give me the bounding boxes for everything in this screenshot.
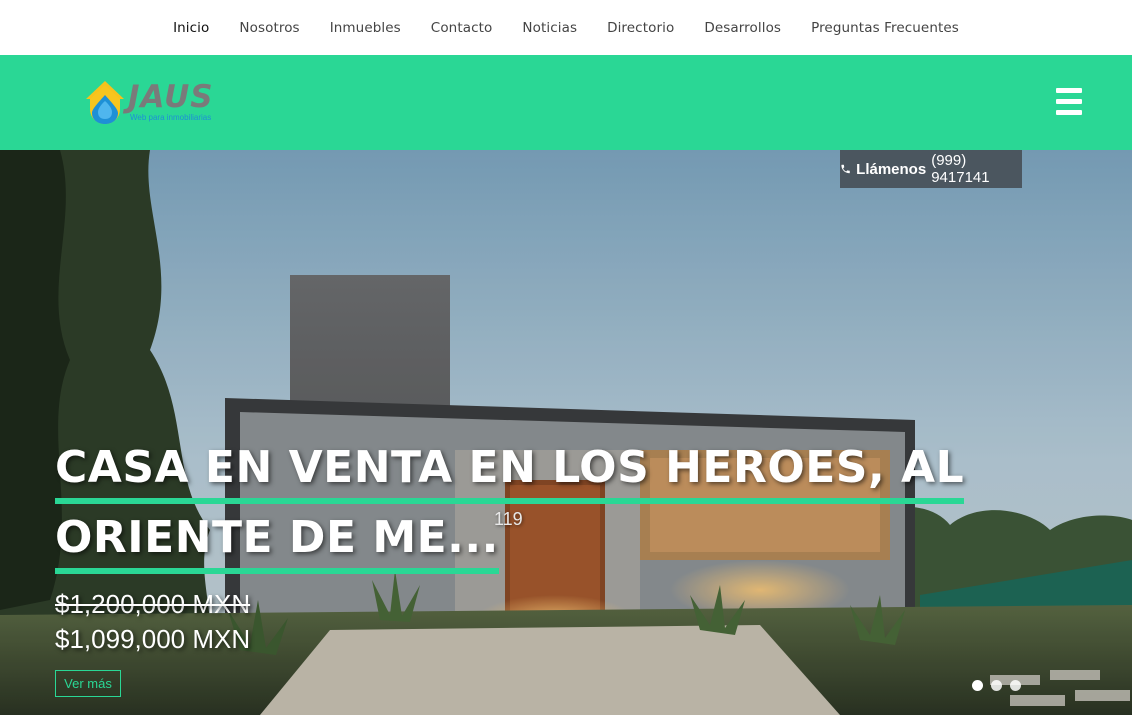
nav-item-noticias[interactable]: Noticias	[507, 20, 592, 36]
call-label: Llámenos	[856, 160, 927, 178]
slide-title-line2: ORIENTE DE ME...	[55, 508, 499, 574]
house-logo-icon	[86, 81, 124, 124]
slider-dot-2[interactable]	[991, 680, 1002, 691]
call-button[interactable]: Llámenos (999) 9417141	[840, 150, 1022, 188]
old-price: $1,200,000 MXN	[55, 589, 251, 619]
site-header: JAUS Web para inmobiliarias	[0, 55, 1132, 150]
hamburger-icon[interactable]	[1056, 88, 1082, 116]
logo-tagline: Web para inmobiliarias	[130, 113, 212, 122]
nav-item-contacto[interactable]: Contacto	[416, 20, 508, 36]
nav-item-inicio[interactable]: Inicio	[158, 20, 224, 36]
nav-item-directorio[interactable]: Directorio	[592, 20, 689, 36]
nav-item-inmuebles[interactable]: Inmuebles	[315, 20, 416, 36]
call-phone: (999) 9417141	[931, 152, 990, 186]
nav-item-nosotros[interactable]: Nosotros	[224, 20, 314, 36]
nav-list: Inicio Nosotros Inmuebles Contacto Notic…	[158, 20, 974, 36]
slider-dots	[972, 680, 1021, 691]
slide-counter: 119	[494, 509, 523, 529]
nav-item-preguntas-frecuentes[interactable]: Preguntas Frecuentes	[796, 20, 974, 36]
logo-wordmark: JAUS	[128, 79, 214, 115]
logo[interactable]: JAUS Web para inmobiliarias	[84, 79, 224, 127]
ver-mas-button[interactable]: Ver más	[55, 670, 121, 697]
phone-icon	[841, 164, 850, 174]
slide-title[interactable]: CASA EN VENTA EN LOS HEROES, AL ORIENTE …	[55, 438, 965, 578]
slider-dot-1[interactable]	[972, 680, 983, 691]
nav-item-desarrollos[interactable]: Desarrollos	[689, 20, 796, 36]
slide-title-line1: CASA EN VENTA EN LOS HEROES, AL	[55, 438, 965, 504]
slider-dot-3[interactable]	[1010, 680, 1021, 691]
new-price: $1,099,000 MXN	[55, 624, 251, 654]
top-navigation: Inicio Nosotros Inmuebles Contacto Notic…	[0, 0, 1132, 55]
